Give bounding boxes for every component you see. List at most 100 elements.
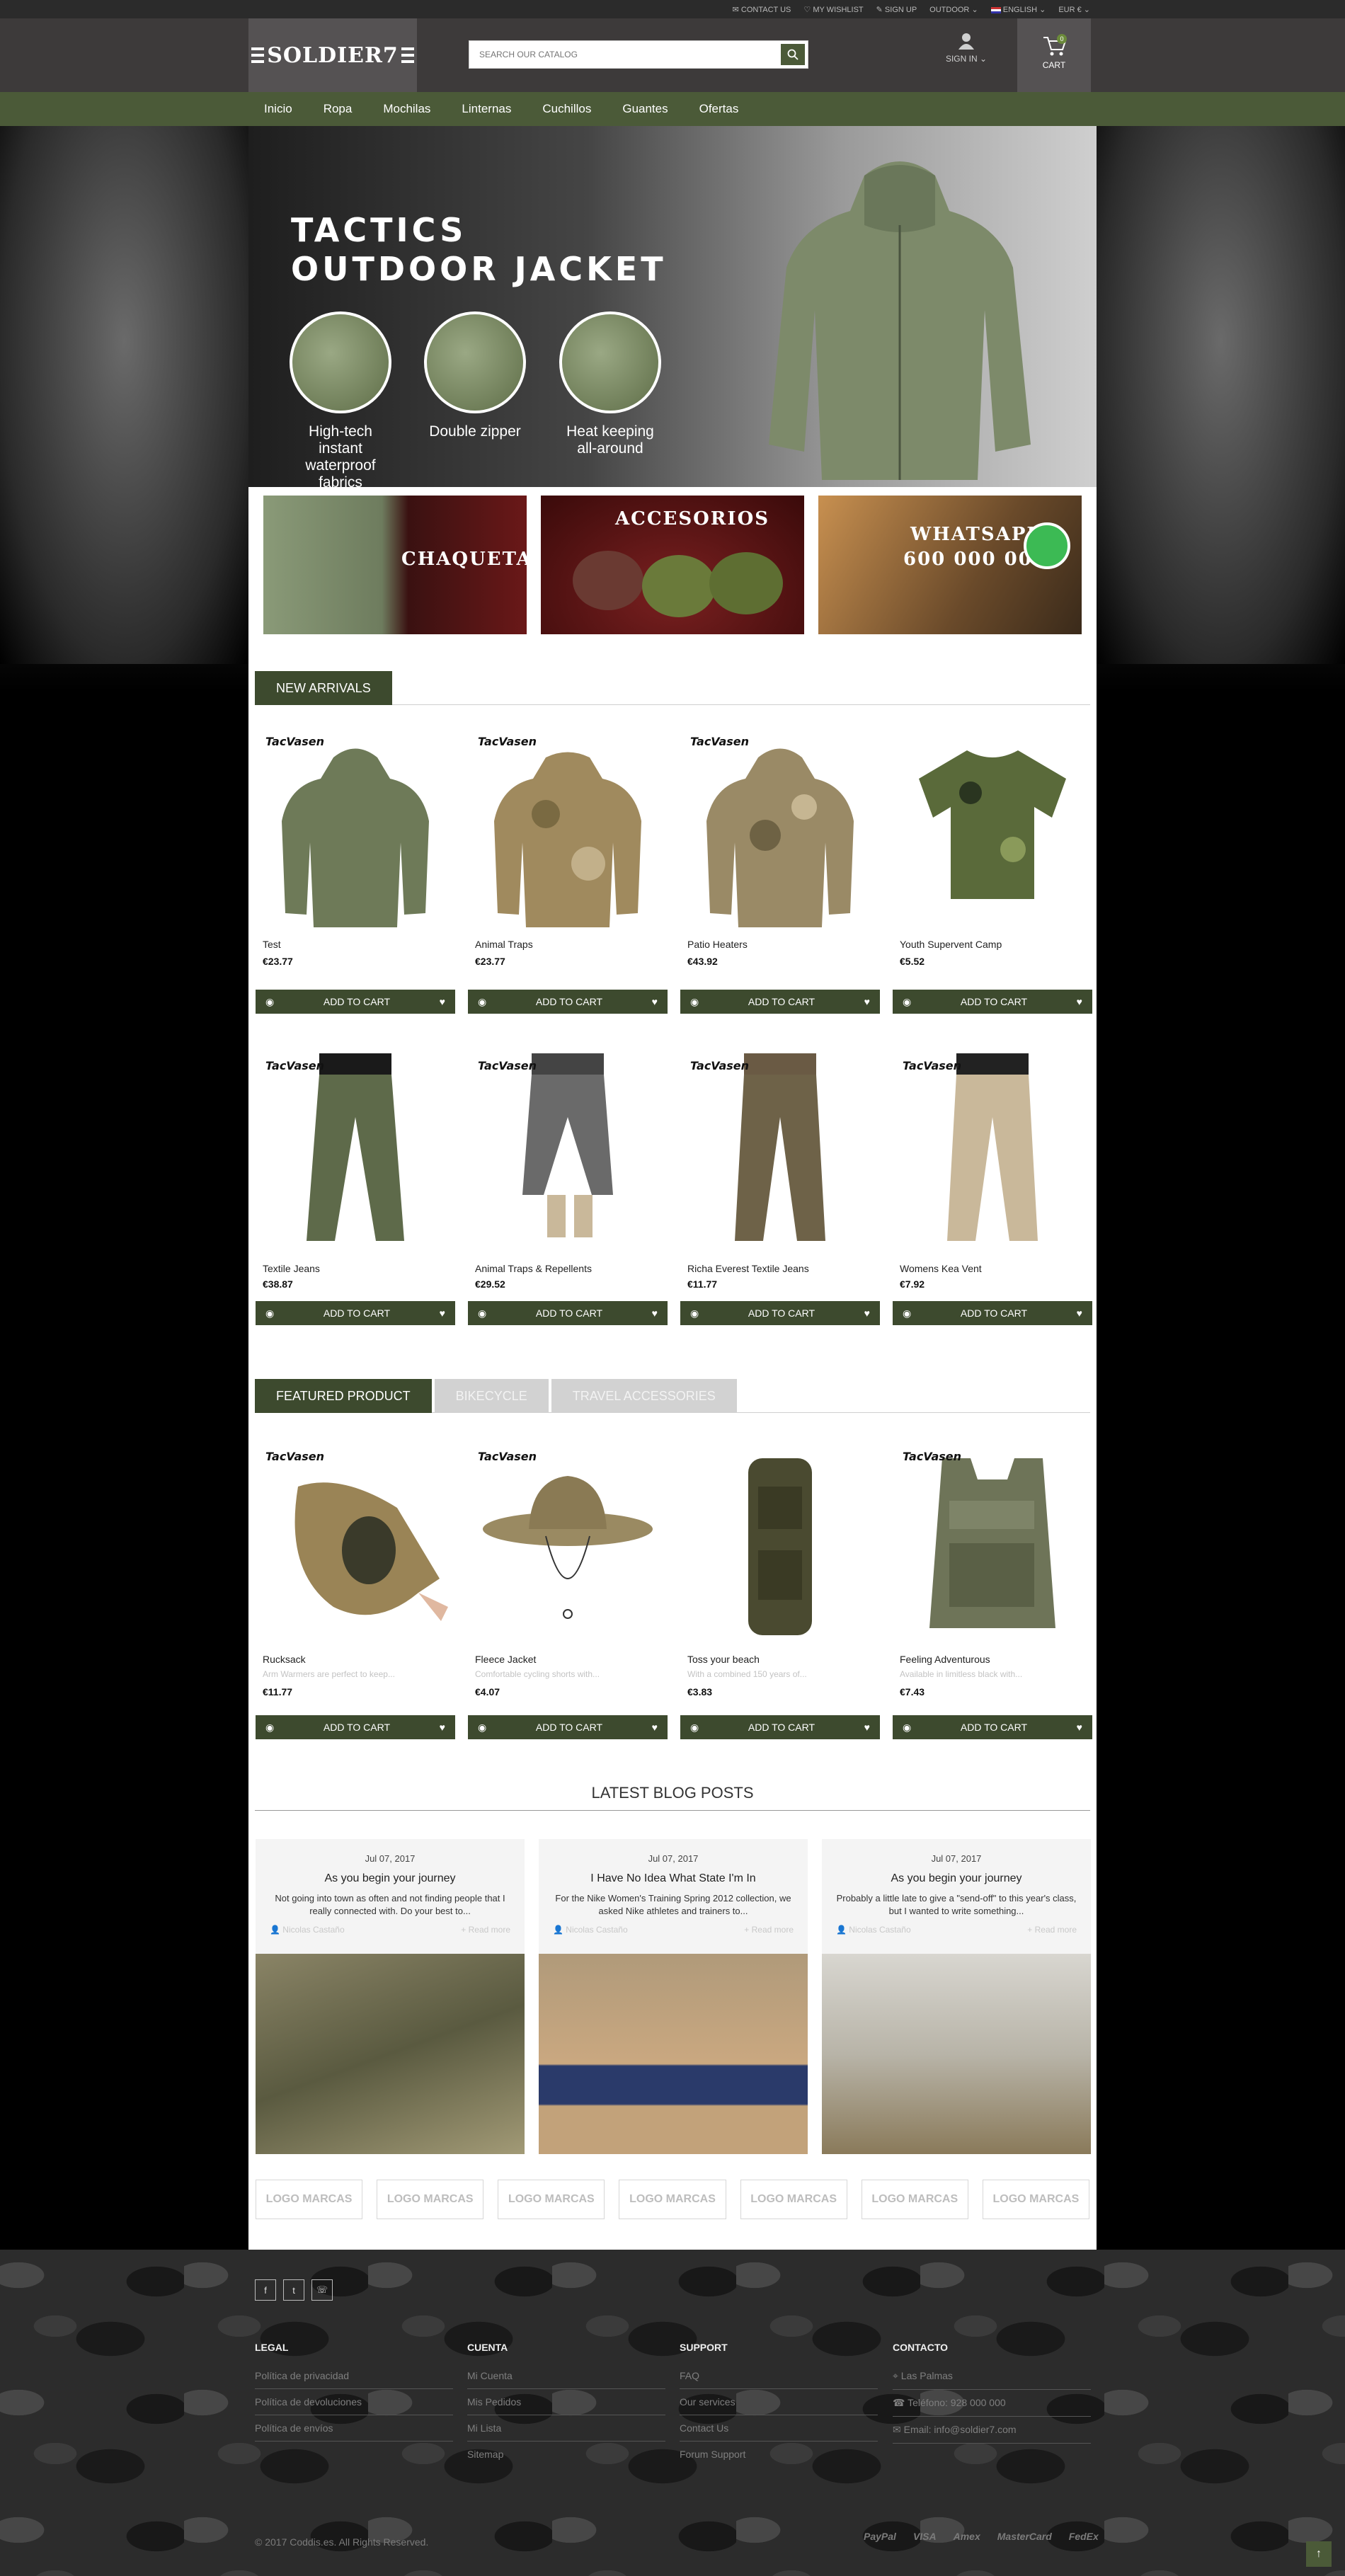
footer-link[interactable]: Mi Lista xyxy=(467,2422,665,2442)
footer-link[interactable]: Sitemap xyxy=(467,2449,665,2467)
tab-travel-accessories[interactable]: TRAVEL ACCESSORIES xyxy=(551,1379,737,1413)
brand-logo-tile[interactable]: LOGO MARCAS xyxy=(861,2180,968,2219)
blog-post[interactable]: Jul 07, 2017 As you begin your journey P… xyxy=(822,1839,1091,2154)
product-card[interactable]: TacVasen Feeling Adventurous Available i… xyxy=(893,1444,1092,1739)
promo-whatsapp[interactable]: WHATSAPP 600 000 000 xyxy=(818,496,1082,634)
footer-link[interactable]: Política de envíos xyxy=(255,2422,453,2442)
add-to-cart-button[interactable]: ADD TO CART xyxy=(324,996,390,1007)
footer-phone[interactable]: ☎ Teléfono: 928 000 000 xyxy=(893,2397,1091,2417)
brand-logo-tile[interactable]: LOGO MARCAS xyxy=(377,2180,484,2219)
wishlist-heart-icon[interactable]: ♥ xyxy=(652,1307,658,1319)
product-card[interactable]: TacVasen Fleece Jacket Comfortable cycli… xyxy=(468,1444,668,1739)
logo[interactable]: SOLDIER7 xyxy=(248,18,417,92)
wishlist-heart-icon[interactable]: ♥ xyxy=(1077,996,1082,1007)
quick-view-icon[interactable]: ◉ xyxy=(903,996,911,1008)
nav-item-cuchillos[interactable]: Cuchillos xyxy=(527,102,607,116)
footer-link[interactable]: FAQ xyxy=(680,2370,878,2389)
product-name[interactable]: Richa Everest Textile Jeans xyxy=(687,1263,809,1274)
blog-post[interactable]: Jul 07, 2017 I Have No Idea What State I… xyxy=(539,1839,808,2154)
product-card[interactable]: Toss your beach With a combined 150 year… xyxy=(680,1444,880,1739)
quick-view-icon[interactable]: ◉ xyxy=(265,996,274,1008)
wishlist-heart-icon[interactable]: ♥ xyxy=(652,1722,658,1733)
brand-logo-tile[interactable]: LOGO MARCAS xyxy=(498,2180,605,2219)
product-card[interactable]: TacVasen Test €23.77 ◉ ADD TO CART ♥ xyxy=(256,729,455,1021)
footer-link[interactable]: Política de devoluciones xyxy=(255,2396,453,2415)
nav-item-linternas[interactable]: Linternas xyxy=(446,102,527,116)
language-dropdown[interactable]: ENGLISH ⌄ xyxy=(990,5,1046,14)
footer-link[interactable]: Política de privacidad xyxy=(255,2370,453,2389)
post-image[interactable] xyxy=(256,1954,525,2154)
add-to-cart-button[interactable]: ADD TO CART xyxy=(961,1307,1027,1319)
quick-view-icon[interactable]: ◉ xyxy=(265,1722,274,1734)
product-name[interactable]: Textile Jeans xyxy=(263,1263,320,1274)
post-image[interactable] xyxy=(822,1954,1091,2154)
nav-item-mochilas[interactable]: Mochilas xyxy=(367,102,446,116)
wishlist-heart-icon[interactable]: ♥ xyxy=(864,996,870,1007)
product-card[interactable]: TacVasen Richa Everest Textile Jeans €11… xyxy=(680,1053,880,1345)
add-to-cart-button[interactable]: ADD TO CART xyxy=(536,1307,602,1319)
add-to-cart-button[interactable]: ADD TO CART xyxy=(748,1307,815,1319)
add-to-cart-button[interactable]: ADD TO CART xyxy=(536,1722,602,1733)
nav-item-ropa[interactable]: Ropa xyxy=(308,102,368,116)
wishlist-heart-icon[interactable]: ♥ xyxy=(1077,1307,1082,1319)
product-name[interactable]: Test xyxy=(263,939,281,950)
contact-link[interactable]: ✉ CONTACT US xyxy=(733,5,791,14)
wishlist-heart-icon[interactable]: ♥ xyxy=(864,1722,870,1733)
product-name[interactable]: Youth Supervent Camp xyxy=(900,939,1002,950)
hero-banner[interactable]: TACTICS OUTDOOR JACKET High-tech instant… xyxy=(248,126,1097,491)
wishlist-heart-icon[interactable]: ♥ xyxy=(864,1307,870,1319)
brand-logo-tile[interactable]: LOGO MARCAS xyxy=(740,2180,847,2219)
read-more-link[interactable]: + Read more xyxy=(1027,1925,1077,1935)
add-to-cart-button[interactable]: ADD TO CART xyxy=(324,1722,390,1733)
search-input[interactable] xyxy=(469,41,779,68)
wishlist-heart-icon[interactable]: ♥ xyxy=(1077,1722,1082,1733)
product-name[interactable]: Womens Kea Vent xyxy=(900,1263,982,1274)
quick-view-icon[interactable]: ◉ xyxy=(690,1307,699,1320)
nav-item-inicio[interactable]: Inicio xyxy=(248,102,308,116)
wishlist-heart-icon[interactable]: ♥ xyxy=(440,1722,445,1733)
add-to-cart-button[interactable]: ADD TO CART xyxy=(536,996,602,1007)
quick-view-icon[interactable]: ◉ xyxy=(903,1722,911,1734)
back-to-top-button[interactable]: ↑ xyxy=(1306,2541,1332,2567)
wishlist-heart-icon[interactable]: ♥ xyxy=(652,996,658,1007)
product-card[interactable]: TacVasen Animal Traps €23.77 ◉ ADD TO CAR… xyxy=(468,729,668,1021)
brand-logo-tile[interactable]: LOGO MARCAS xyxy=(982,2180,1089,2219)
quick-view-icon[interactable]: ◉ xyxy=(903,1307,911,1320)
post-image[interactable] xyxy=(539,1954,808,2154)
nav-item-ofertas[interactable]: Ofertas xyxy=(684,102,755,116)
signin-button[interactable]: SIGN IN ⌄ xyxy=(934,33,998,64)
add-to-cart-button[interactable]: ADD TO CART xyxy=(748,1722,815,1733)
twitter-icon[interactable]: t xyxy=(283,2279,304,2301)
footer-link[interactable]: Our services xyxy=(680,2396,878,2415)
read-more-link[interactable]: + Read more xyxy=(461,1925,510,1935)
product-name[interactable]: Feeling Adventurous xyxy=(900,1654,990,1665)
product-card[interactable]: TacVasen Animal Traps & Repellents €29.5… xyxy=(468,1053,668,1345)
quick-view-icon[interactable]: ◉ xyxy=(265,1307,274,1320)
brand-logo-tile[interactable]: LOGO MARCAS xyxy=(256,2180,363,2219)
product-name[interactable]: Animal Traps xyxy=(475,939,533,950)
post-title[interactable]: I Have No Idea What State I'm In xyxy=(539,1872,808,1885)
product-card[interactable]: TacVasen Rucksack Arm Warmers are perfec… xyxy=(256,1444,455,1739)
product-name[interactable]: Patio Heaters xyxy=(687,939,748,950)
footer-link[interactable]: Forum Support xyxy=(680,2449,878,2467)
tab-bikecycle[interactable]: BIKECYCLE xyxy=(434,1379,549,1413)
wishlist-heart-icon[interactable]: ♥ xyxy=(440,996,445,1007)
blog-post[interactable]: Jul 07, 2017 As you begin your journey N… xyxy=(256,1839,525,2154)
footer-email[interactable]: ✉ Email: info@soldier7.com xyxy=(893,2424,1091,2444)
quick-view-icon[interactable]: ◉ xyxy=(690,1722,699,1734)
currency-dropdown[interactable]: EUR € ⌄ xyxy=(1058,5,1090,14)
product-card[interactable]: Youth Supervent Camp €5.52 ◉ ADD TO CART ♥ xyxy=(893,729,1092,1021)
product-name[interactable]: Toss your beach xyxy=(687,1654,760,1665)
nav-item-guantes[interactable]: Guantes xyxy=(607,102,683,116)
post-title[interactable]: As you begin your journey xyxy=(256,1872,525,1885)
whatsapp-icon[interactable]: ☏ xyxy=(311,2279,333,2301)
outdoor-dropdown[interactable]: OUTDOOR ⌄ xyxy=(929,5,978,14)
quick-view-icon[interactable]: ◉ xyxy=(478,996,486,1008)
search-button[interactable] xyxy=(779,42,806,67)
read-more-link[interactable]: + Read more xyxy=(744,1925,794,1935)
quick-view-icon[interactable]: ◉ xyxy=(690,996,699,1008)
product-name[interactable]: Animal Traps & Repellents xyxy=(475,1263,592,1274)
brand-logo-tile[interactable]: LOGO MARCAS xyxy=(619,2180,726,2219)
quick-view-icon[interactable]: ◉ xyxy=(478,1307,486,1320)
facebook-icon[interactable]: f xyxy=(255,2279,276,2301)
